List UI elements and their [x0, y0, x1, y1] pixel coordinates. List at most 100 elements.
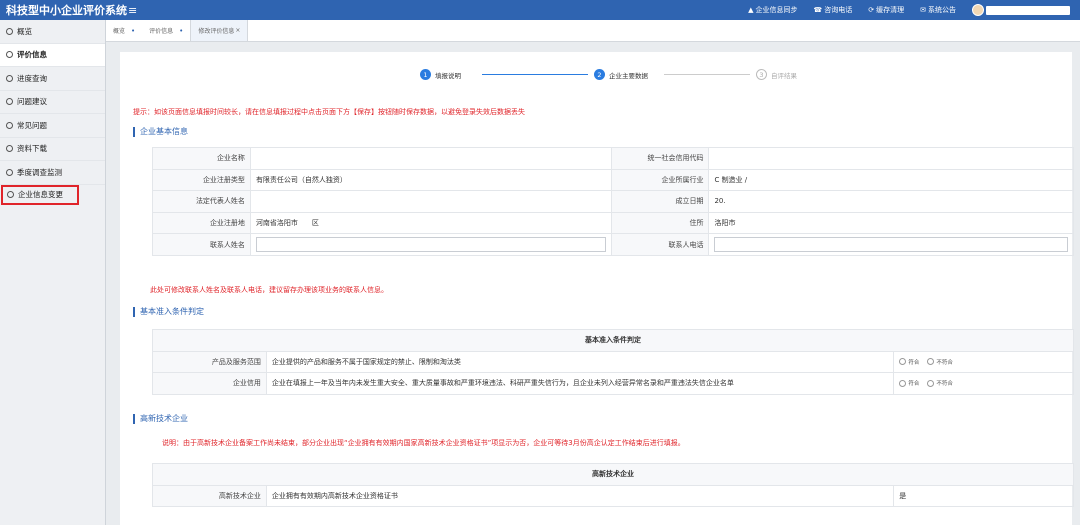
radio-comply[interactable]: 符合 — [899, 358, 919, 366]
sync-label: 企业信息同步 — [755, 6, 798, 14]
tab-label: 评价信息 — [149, 28, 174, 35]
notice-icon: ✉ — [920, 6, 926, 14]
radio-group: 符合 不符合 — [899, 358, 1068, 366]
circle-icon — [6, 27, 13, 35]
sidebar-item-label: 季度调查监测 — [17, 167, 62, 177]
section-basic-info-title: 企业基本信息 — [133, 126, 188, 137]
field-value — [708, 147, 1074, 170]
step-main-data: 2 企业主要数据 — [594, 69, 648, 80]
form-panel: 1 填报说明 2 企业主要数据 3 自评结果 提示：如该页面信息填报时间较长，请… — [120, 52, 1074, 525]
radio-circle-icon — [899, 379, 907, 387]
radio-label: 不符合 — [936, 381, 953, 388]
field-label: 企业注册地 — [152, 211, 251, 235]
step-instructions: 1 填报说明 — [420, 69, 461, 80]
phone-icon: ☎ — [813, 6, 823, 14]
stepper: 1 填报说明 2 企业主要数据 3 自评结果 — [420, 69, 820, 81]
system-notice-label: 系统公告 — [928, 6, 956, 14]
field-label: 联系人电话 — [610, 233, 710, 256]
field-value: 企业提供的产品和服务不属于国家规定的禁止、限制和淘汰类 — [265, 350, 895, 374]
contact-phone-cell — [708, 233, 1074, 256]
tab-evaluation-info[interactable]: 评价信息 • — [142, 20, 190, 41]
user-menu[interactable] — [972, 4, 1070, 16]
dot-icon: • — [179, 26, 184, 35]
sync-button[interactable]: ▲ 企业信息同步 — [748, 5, 797, 15]
consult-phone-button[interactable]: ☎ 咨询电话 — [814, 5, 853, 15]
table-row: 联系人姓名 联系人电话 — [152, 233, 1074, 256]
user-icon: ▲ — [748, 6, 754, 14]
close-icon[interactable]: × — [235, 27, 240, 34]
field-value: 企业在填报上一年及当年内未发生重大安全、重大质量事故和严重环境违法、科研严重失信… — [265, 372, 895, 395]
sidebar-item-label: 概览 — [17, 26, 32, 36]
field-label: 企业信用 — [152, 372, 267, 395]
table-row: 高新技术企业 — [152, 463, 1074, 486]
radio-label: 不符合 — [936, 359, 953, 366]
table-row: 企业注册地 河南省洛阳市 区 住所 洛阳市 — [152, 211, 1074, 235]
field-label: 法定代表人姓名 — [152, 190, 251, 213]
sidebar-item-label: 评价信息 — [17, 50, 47, 60]
sidebar-item-suggestions[interactable]: 问题建议 — [0, 91, 105, 114]
user-name-redacted — [986, 5, 1070, 15]
section-hightech-title: 高新技术企业 — [133, 413, 188, 424]
field-label: 统一社会信用代码 — [610, 147, 710, 170]
tab-edit-evaluation-info[interactable]: 修改评价信息 × — [190, 20, 249, 41]
step-self-evaluation: 3 自评结果 — [756, 69, 797, 80]
circle-icon — [7, 191, 14, 198]
step-label: 自评结果 — [771, 71, 797, 80]
cache-clean-button[interactable]: ⟳ 缓存清理 — [868, 5, 904, 15]
system-notice-button[interactable]: ✉ 系统公告 — [920, 5, 956, 15]
sidebar-item-progress-query[interactable]: 进度查询 — [0, 67, 105, 91]
section-title-text: 企业基本信息 — [140, 127, 188, 136]
tab-label: 概览 — [113, 28, 126, 35]
section-title-text: 高新技术企业 — [140, 414, 188, 423]
field-label: 高新技术企业 — [152, 484, 267, 508]
tab-overview[interactable]: 概览 • — [106, 20, 142, 41]
sidebar-item-faq[interactable]: 常见问题 — [0, 114, 105, 138]
cache-clean-label: 缓存清理 — [876, 6, 905, 14]
table-row: 法定代表人姓名 成立日期 20. — [152, 190, 1074, 213]
dot-icon: • — [131, 26, 136, 35]
sidebar-item-company-info-change[interactable]: 企业信息变更 — [1, 184, 79, 205]
sidebar-item-downloads[interactable]: 资料下载 — [0, 138, 105, 161]
sidebar-item-quarterly-survey[interactable]: 季度调查监测 — [0, 161, 105, 185]
clean-icon: ⟳ — [868, 6, 875, 14]
radio-not-comply[interactable]: 不符合 — [927, 379, 953, 387]
content-area: 1 填报说明 2 企业主要数据 3 自评结果 提示：如该页面信息填报时间较长，请… — [106, 42, 1080, 525]
circle-icon — [6, 98, 13, 106]
top-bar: 科技型中小企业评价系统 ≡ ▲ 企业信息同步 ☎ 咨询电话 ⟳ 缓存清理 ✉ 系… — [0, 0, 1080, 20]
field-value: C 制造业 / — [708, 168, 1074, 192]
hightech-note: 说明：由于高新技术企业备案工作尚未结束，部分企业出现“企业拥有有效期内国家高新技… — [162, 439, 685, 447]
menu-icon[interactable]: ≡ — [128, 4, 137, 17]
contact-name-input[interactable] — [255, 237, 606, 253]
circle-icon — [6, 74, 13, 82]
sidebar-item-label: 常见问题 — [17, 120, 47, 130]
sidebar-item-label: 资料下载 — [17, 144, 47, 154]
field-value — [249, 190, 612, 213]
section-admission-title: 基本准入条件判定 — [133, 306, 204, 317]
radio-group: 符合 不符合 — [899, 379, 1068, 387]
field-value — [249, 147, 612, 170]
sidebar-item-overview[interactable]: 概览 — [0, 20, 105, 44]
radio-cell: 符合 不符合 — [893, 372, 1074, 395]
table-row: 高新技术企业 企业拥有有效期内高新技术企业资格证书 是 — [152, 484, 1074, 508]
radio-not-comply[interactable]: 不符合 — [927, 358, 953, 366]
admission-table: 基本准入条件判定 产品及服务范围 企业提供的产品和服务不属于国家规定的禁止、限制… — [152, 329, 1074, 395]
field-value: 企业拥有有效期内高新技术企业资格证书 — [265, 484, 895, 508]
sidebar-item-evaluation-info[interactable]: 评价信息 — [0, 43, 105, 67]
basic-info-table: 企业名称 统一社会信用代码 企业注册类型 有限责任公司（自然人独资） 企业所属行… — [152, 147, 1074, 256]
radio-comply[interactable]: 符合 — [899, 379, 919, 387]
table-row: 企业名称 统一社会信用代码 — [152, 147, 1074, 170]
field-label: 住所 — [610, 211, 710, 235]
field-label: 产品及服务范围 — [152, 350, 267, 374]
step-label: 企业主要数据 — [609, 71, 648, 80]
step-connector — [664, 74, 750, 75]
circle-icon — [6, 145, 13, 153]
table-header: 高新技术企业 — [152, 463, 1074, 486]
field-label: 企业名称 — [152, 147, 251, 170]
radio-label: 符合 — [908, 381, 920, 388]
field-value: 20. — [708, 190, 1074, 213]
field-label: 联系人姓名 — [152, 233, 251, 256]
contact-phone-input[interactable] — [714, 237, 1068, 253]
hightech-table: 高新技术企业 高新技术企业 企业拥有有效期内高新技术企业资格证书 是 — [152, 463, 1074, 508]
circle-icon — [6, 51, 13, 59]
step-label: 填报说明 — [435, 71, 461, 80]
